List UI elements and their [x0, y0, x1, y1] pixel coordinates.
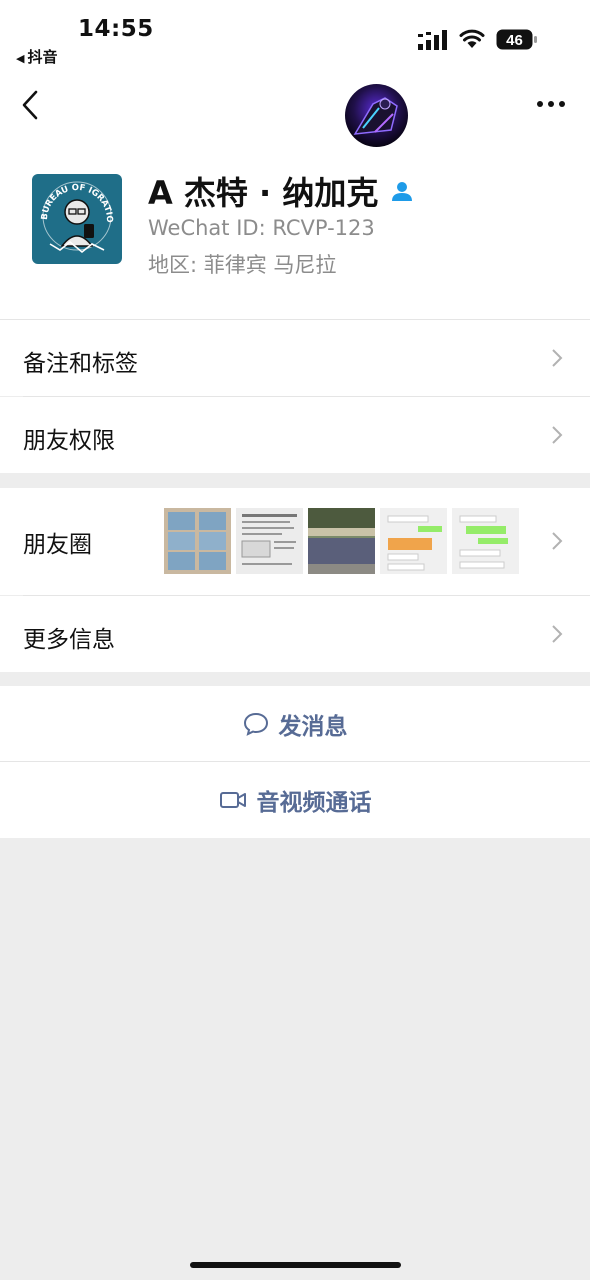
- moment-thumbnail[interactable]: [164, 508, 231, 574]
- battery-icon: 46: [496, 29, 537, 50]
- remarks-tags-label: 备注和标签: [23, 351, 138, 377]
- moments-row[interactable]: 朋友圈: [0, 488, 590, 595]
- more-info-label: 更多信息: [23, 627, 115, 653]
- neon-figure-icon: [345, 84, 408, 147]
- cellular-signal-icon: [418, 30, 447, 50]
- moment-thumbnail[interactable]: [308, 508, 375, 574]
- moment-thumbnail[interactable]: [452, 508, 519, 574]
- contact-name: A 杰特 · 纳加克: [148, 174, 379, 212]
- profile-avatar[interactable]: BUREAU OF IGRATION: [32, 174, 122, 264]
- battery-level: 46: [506, 32, 523, 49]
- back-app-label: 抖音: [27, 48, 58, 66]
- moment-thumbnail[interactable]: [380, 508, 447, 574]
- avatar-logo-icon: BUREAU OF IGRATION: [32, 174, 122, 264]
- remarks-tags-row[interactable]: 备注和标签: [0, 320, 590, 396]
- status-time: 14:55: [78, 16, 154, 42]
- home-indicator[interactable]: [190, 1262, 401, 1268]
- back-to-app-link[interactable]: ◀ 抖音: [16, 46, 57, 67]
- chevron-right-icon: [552, 426, 563, 444]
- top-avatar[interactable]: [345, 84, 408, 147]
- moments-label: 朋友圈: [23, 532, 92, 558]
- wechat-id: WeChat ID: RCVP-123: [148, 216, 375, 240]
- more-options-icon[interactable]: [536, 98, 566, 110]
- name-row: A 杰特 · 纳加克: [148, 168, 414, 214]
- moment-thumbnail[interactable]: [236, 508, 303, 574]
- back-triangle-icon: ◀: [16, 52, 25, 65]
- chevron-right-icon: [552, 349, 563, 367]
- friend-permissions-label: 朋友权限: [23, 428, 115, 454]
- person-badge-icon: [392, 182, 413, 201]
- chat-bubble-icon: [243, 712, 268, 736]
- send-message-label: 发消息: [278, 713, 348, 740]
- moments-thumbnails: [164, 508, 519, 574]
- chevron-right-icon: [552, 625, 563, 643]
- wifi-icon: [459, 29, 485, 48]
- video-camera-icon: [219, 792, 246, 808]
- profile-header: BUREAU OF IGRATION A 杰特 · 纳加克 WeChat ID:…: [0, 72, 590, 320]
- back-arrow-icon[interactable]: [20, 88, 44, 122]
- video-call-button[interactable]: 音视频通话: [0, 762, 590, 838]
- video-call-label: 音视频通话: [256, 790, 372, 816]
- more-info-row[interactable]: 更多信息: [0, 596, 590, 672]
- send-message-button[interactable]: 发消息: [0, 686, 590, 761]
- friend-permissions-row[interactable]: 朋友权限: [0, 397, 590, 473]
- chevron-right-icon: [552, 532, 563, 550]
- status-bar: 14:55 ◀ 抖音 46: [0, 0, 590, 72]
- region: 地区: 菲律宾 马尼拉: [148, 253, 337, 277]
